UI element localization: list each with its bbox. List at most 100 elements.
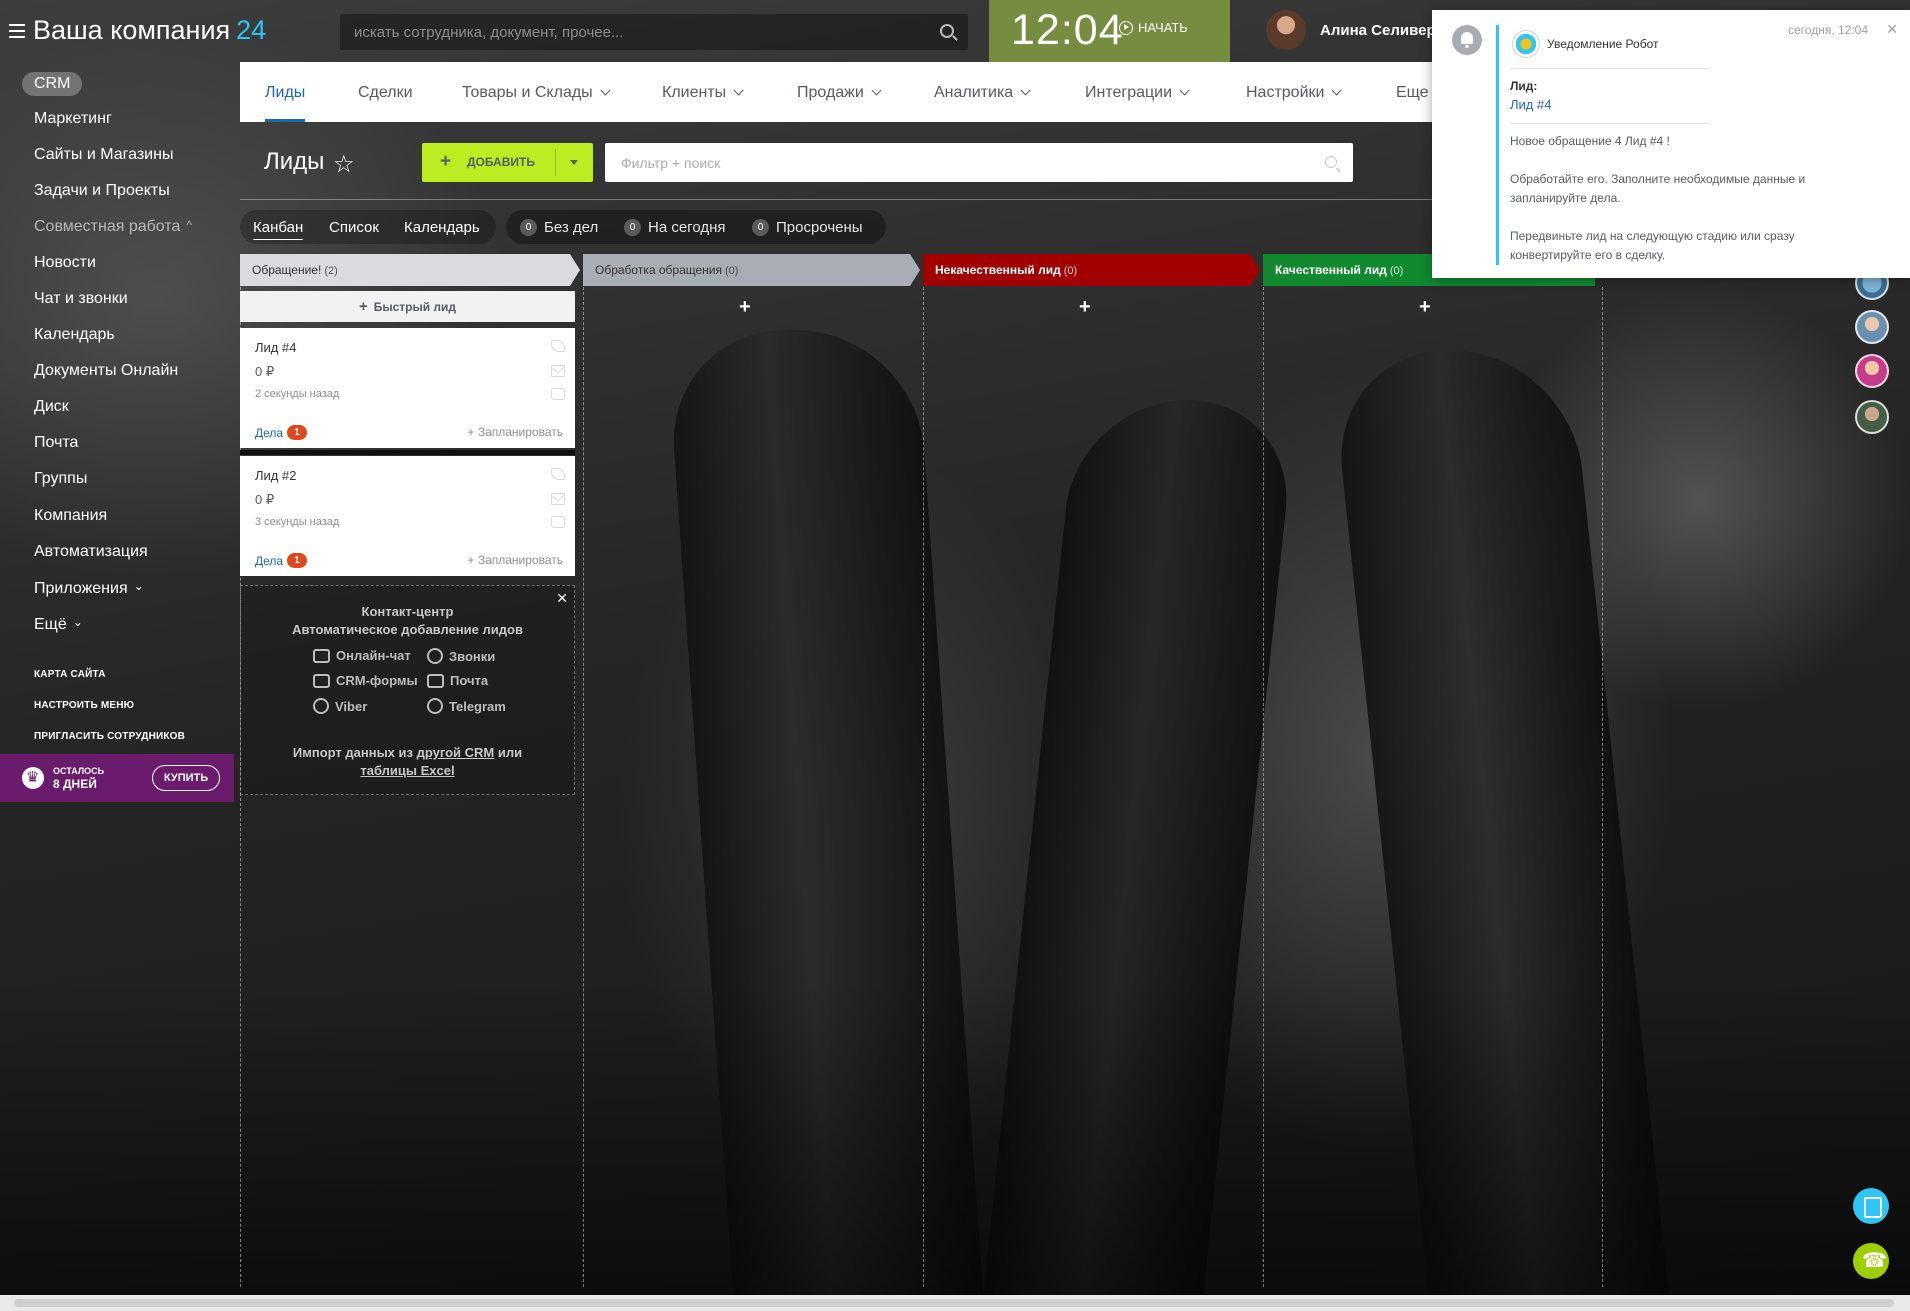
sitemap-link[interactable]: КАРТА САЙТА <box>34 669 106 680</box>
tab-analytics[interactable]: Аналитика <box>934 62 1031 122</box>
buy-button[interactable]: КУПИТЬ <box>152 765 220 791</box>
cc-crm-forms[interactable]: CRM-формы <box>313 673 418 688</box>
play-icon <box>1119 20 1133 35</box>
search-icon[interactable] <box>940 24 954 38</box>
scrollbar-thumb[interactable] <box>14 1299 1894 1307</box>
deals-label: Дела <box>255 553 284 568</box>
crown-icon <box>22 767 44 789</box>
tab-integrations[interactable]: Интеграции <box>1085 62 1190 122</box>
phone-icon[interactable] <box>551 468 565 480</box>
sidebar-item-crm[interactable]: CRM <box>22 72 83 96</box>
caret-down-icon[interactable] <box>570 160 578 165</box>
card-deals-link[interactable]: Дела 1 <box>255 425 308 440</box>
sidebar-item-disk[interactable]: Диск <box>34 398 69 416</box>
sidebar-item-calendar[interactable]: Календарь <box>34 326 115 344</box>
tab-deals[interactable]: Сделки <box>358 62 413 122</box>
sidebar-item-docs[interactable]: Документы Онлайн <box>34 362 178 380</box>
add-to-column-icon[interactable]: + <box>1079 296 1091 319</box>
column-header-new[interactable]: Обращение! (2) <box>240 254 580 286</box>
tab-leads[interactable]: Лиды <box>265 62 306 122</box>
cc-viber[interactable]: Viber <box>313 698 367 714</box>
add-button[interactable]: + ДОБАВИТЬ <box>422 143 593 182</box>
notification-popup[interactable]: Уведомление Робот сегодня, 12:04 ✕ Лид: … <box>1432 10 1910 278</box>
start-workday-button[interactable]: НАЧАТЬ <box>1119 20 1188 35</box>
column-header-processing[interactable]: Обработка обращения (0) <box>583 254 920 286</box>
configure-menu-link[interactable]: НАСТРОИТЬ МЕНЮ <box>34 700 134 711</box>
notification-time: сегодня, 12:04 <box>1788 23 1869 37</box>
view-kanban[interactable]: Канбан <box>253 219 304 240</box>
view-calendar[interactable]: Календарь <box>404 219 480 236</box>
filter-search-input[interactable] <box>621 143 1301 182</box>
phone-icon[interactable] <box>551 340 565 352</box>
avatar[interactable] <box>1855 310 1889 344</box>
tab-clients[interactable]: Клиенты <box>662 62 744 122</box>
horizontal-scrollbar[interactable] <box>0 1295 1910 1311</box>
chevron-down-icon <box>871 85 882 96</box>
tab-more[interactable]: Еще <box>1396 62 1429 122</box>
sidebar-item-automation[interactable]: Автоматизация <box>34 543 148 561</box>
sidebar-item-company[interactable]: Компания <box>34 507 107 525</box>
import-other-crm-link[interactable]: другой CRM <box>417 745 495 760</box>
import-excel-link[interactable]: таблицы Excel <box>360 763 454 778</box>
star-icon[interactable]: ☆ <box>333 150 355 179</box>
sidebar-item-apps[interactable]: Приложения <box>34 580 144 598</box>
chat-icon[interactable] <box>551 516 565 528</box>
sidebar-item-tasks[interactable]: Задачи и Проекты <box>34 182 170 200</box>
column-count: (2) <box>324 265 338 277</box>
divider <box>555 149 556 176</box>
cc-telegram[interactable]: Telegram <box>427 698 506 714</box>
cc-calls[interactable]: Звонки <box>427 648 495 664</box>
viber-icon <box>313 698 329 714</box>
counter-overdue[interactable]: 0 Просрочены <box>752 219 863 236</box>
sidebar-item-groups[interactable]: Группы <box>34 470 87 488</box>
mail-icon[interactable] <box>551 365 565 377</box>
tab-sales[interactable]: Продажи <box>797 62 882 122</box>
card-deals-link[interactable]: Дела 1 <box>255 553 308 568</box>
counter-no-deals[interactable]: 0 Без дел <box>520 219 598 236</box>
card-title[interactable]: Лид #2 <box>255 468 296 483</box>
avatar[interactable] <box>1855 354 1889 388</box>
documents-icon[interactable] <box>1853 1188 1889 1224</box>
time-widget[interactable]: 12:04 НАЧАТЬ <box>989 0 1230 62</box>
quick-lead-button[interactable]: Быстрый лид <box>240 291 575 322</box>
global-search-input[interactable] <box>354 14 914 50</box>
close-icon[interactable]: ✕ <box>1886 21 1898 38</box>
crm-top-nav: Лиды Сделки Товары и Склады Клиенты Прод… <box>240 62 1432 122</box>
counter-bar: 0 Без дел 0 На сегодня 0 Просрочены <box>506 210 886 244</box>
column-count: (0) <box>1389 265 1404 277</box>
company-logo[interactable]: Ваша компания 24 <box>33 15 266 46</box>
sidebar-item-news[interactable]: Новости <box>34 254 96 272</box>
avatar[interactable] <box>1855 400 1889 434</box>
plan-activity-link[interactable]: + Запланировать <box>467 553 563 567</box>
add-to-column-icon[interactable]: + <box>1419 296 1431 319</box>
sidebar-item-sites[interactable]: Сайты и Магазины <box>34 146 173 164</box>
trial-text: ОСТАЛОСЬ 8 ДНЕЙ <box>53 765 104 791</box>
chat-icon[interactable] <box>551 388 565 400</box>
view-list[interactable]: Список <box>329 219 379 236</box>
kanban-column <box>1263 287 1603 1287</box>
sidebar-item-more[interactable]: Ещё <box>34 616 83 634</box>
sidebar-item-marketing[interactable]: Маркетинг <box>34 110 112 128</box>
sidebar-item-collaboration[interactable]: Совместная работа <box>34 218 192 236</box>
counter-label: Просрочены <box>776 219 863 236</box>
mail-icon[interactable] <box>551 493 565 505</box>
user-menu[interactable]: Алина Селивер... <box>1266 10 1448 50</box>
lead-card[interactable]: Лид #4 0 ₽ 2 секунды назад Дела 1 + Запла… <box>240 328 575 448</box>
search-icon[interactable] <box>1325 156 1337 168</box>
sidebar-item-chat[interactable]: Чат и звонки <box>34 290 128 308</box>
add-to-column-icon[interactable]: + <box>739 296 751 319</box>
cc-online-chat[interactable]: Онлайн-чат <box>313 648 411 663</box>
column-header-junk[interactable]: Некачественный лид (0) <box>923 254 1260 286</box>
invite-users-link[interactable]: ПРИГЛАСИТЬ СОТРУДНИКОВ <box>34 731 185 742</box>
cc-mail[interactable]: Почта <box>427 673 488 688</box>
sidebar-item-mail[interactable]: Почта <box>34 434 78 452</box>
tab-settings[interactable]: Настройки <box>1246 62 1342 122</box>
lead-card[interactable]: Лид #2 0 ₽ 3 секунды назад Дела 1 + Запла… <box>240 456 575 576</box>
plan-activity-link[interactable]: + Запланировать <box>467 425 563 439</box>
counter-today[interactable]: 0 На сегодня <box>624 219 726 236</box>
card-title[interactable]: Лид #4 <box>255 340 296 355</box>
phone-icon[interactable] <box>1853 1243 1889 1279</box>
tab-products[interactable]: Товары и Склады <box>462 62 611 122</box>
menu-burger-icon[interactable] <box>9 24 25 38</box>
notification-lead-link[interactable]: Лид #4 <box>1510 97 1551 112</box>
